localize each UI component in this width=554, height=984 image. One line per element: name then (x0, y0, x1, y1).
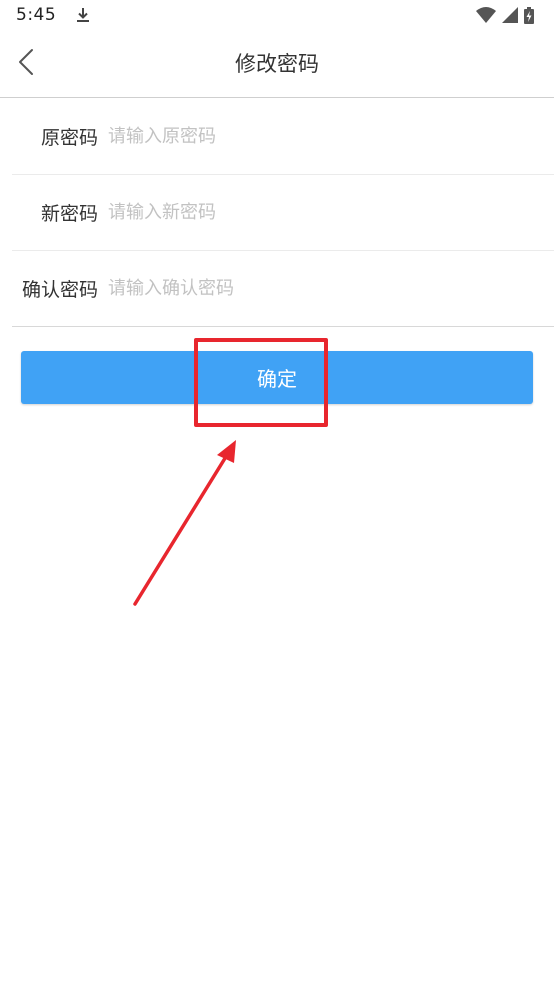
form-row-new-password: 新密码 (12, 175, 554, 251)
form-row-old-password: 原密码 (12, 99, 554, 175)
new-password-label: 新密码 (40, 203, 98, 225)
battery-charging-icon (524, 6, 534, 24)
form-row-confirm-password: 确认密码 (12, 251, 554, 327)
title-bar: 修改密码 (0, 30, 554, 98)
cellular-signal-icon (502, 7, 518, 23)
status-right (476, 6, 534, 24)
wifi-icon (476, 7, 496, 23)
new-password-input[interactable] (108, 192, 554, 233)
status-left: 5:45 (16, 5, 90, 25)
password-form: 原密码 新密码 确认密码 (0, 99, 554, 327)
status-time: 5:45 (16, 5, 57, 25)
back-button[interactable] (8, 44, 44, 84)
download-icon (76, 7, 90, 23)
status-bar: 5:45 (0, 0, 554, 30)
confirm-button[interactable]: 确定 (21, 351, 533, 404)
old-password-label: 原密码 (40, 127, 98, 149)
confirm-password-label: 确认密码 (21, 279, 98, 301)
chevron-left-icon (17, 48, 35, 80)
change-password-screen: 5:45 修改密码 原密码 新密码 确认密码 确定 (0, 0, 554, 984)
confirm-password-input[interactable] (108, 268, 554, 309)
old-password-input[interactable] (108, 116, 554, 157)
page-title: 修改密码 (235, 52, 319, 76)
